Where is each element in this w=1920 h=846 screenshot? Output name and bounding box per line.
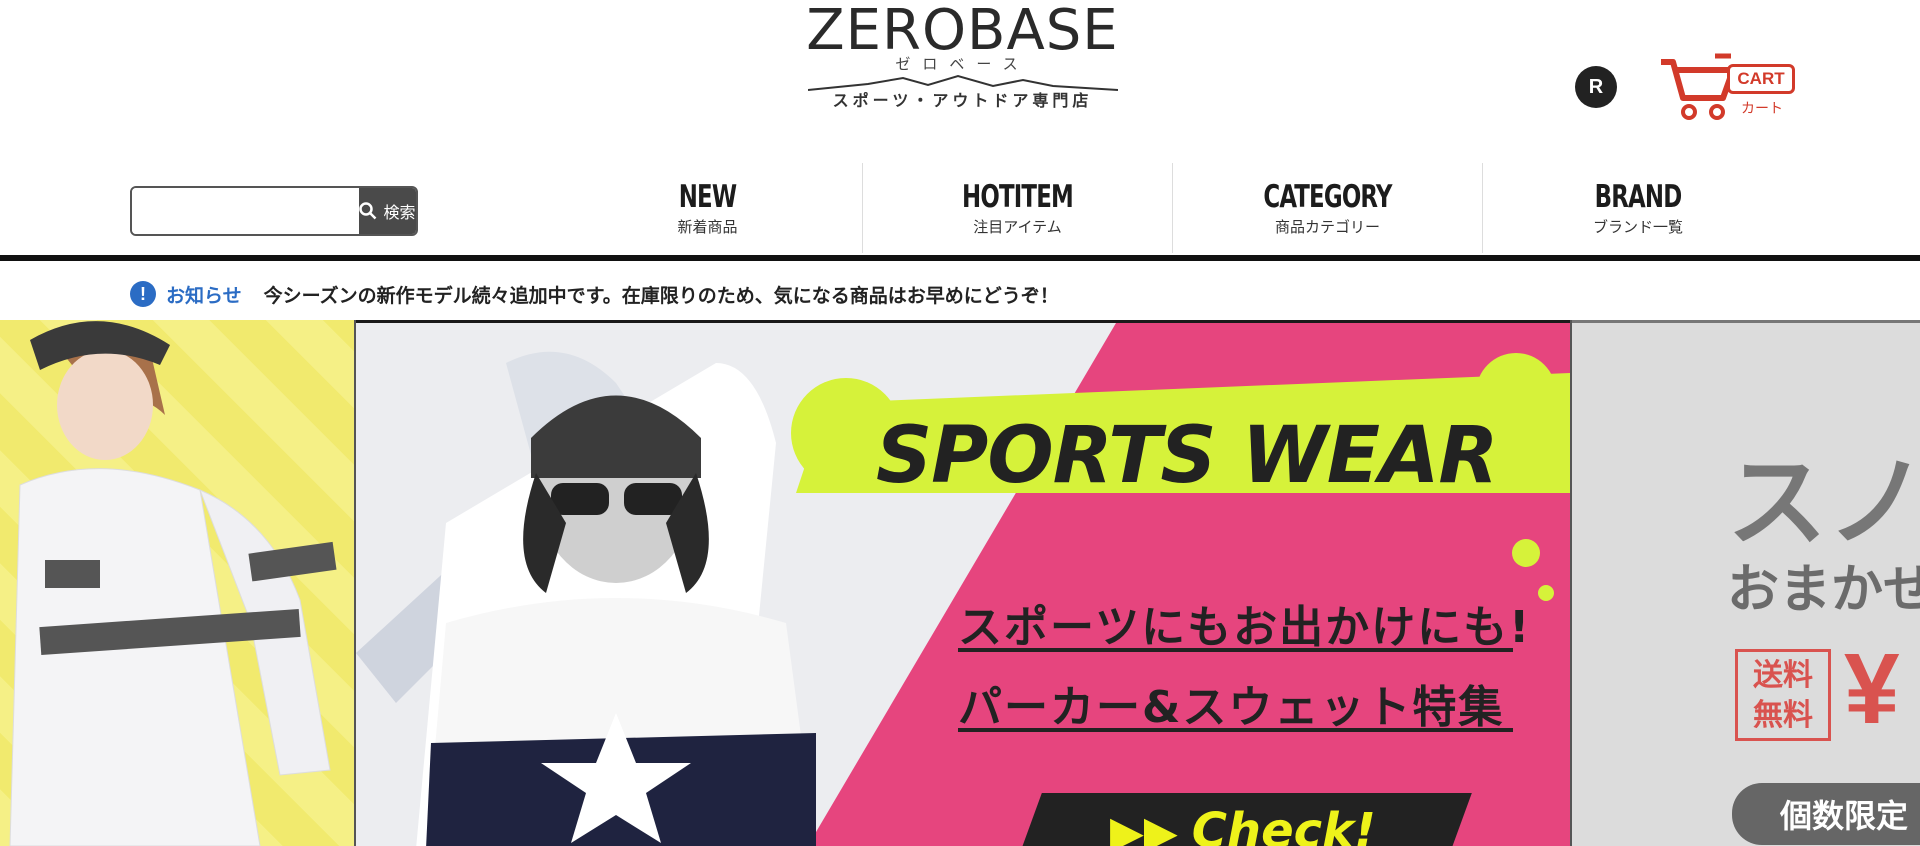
- main-nav: NEW 新着商品 HOTITEM 注目アイテム CATEGORY 商品カテゴリー…: [553, 163, 1793, 253]
- nav-title: HOTITEM: [962, 178, 1074, 215]
- nav-item-new[interactable]: NEW 新着商品: [553, 163, 863, 253]
- search-button-label: 検索: [383, 203, 416, 222]
- notice-text[interactable]: 今シーズンの新作モデル続々追加中です。在庫限りのため、気になる商品はお早めにどう…: [264, 281, 1059, 308]
- check-button-label: ▶▶ Check!: [1110, 803, 1376, 846]
- cta-text: Check!: [1191, 803, 1376, 846]
- banner-rule: [958, 728, 1513, 732]
- notice-label: お知らせ: [166, 285, 242, 307]
- slide-next[interactable]: スノ おまかせ 送料 無料 ¥ 個数限定: [1572, 320, 1920, 846]
- slide-previous[interactable]: [0, 320, 354, 846]
- cart-icon: [1661, 53, 1736, 120]
- nav-title: NEW: [678, 178, 737, 215]
- nav-item-hotitem[interactable]: HOTITEM 注目アイテム: [863, 163, 1173, 253]
- banner-headline: SPORTS WEAR: [876, 411, 1498, 501]
- nav-title: CATEGORY: [1263, 178, 1392, 215]
- free-shipping-stamp: 送料 無料: [1735, 649, 1831, 741]
- nav-subtitle: 注目アイテム: [973, 218, 1062, 236]
- mountain-icon: [807, 74, 1118, 91]
- search-input[interactable]: [132, 188, 359, 234]
- logo-tagline: スポーツ・アウトドア専門店: [832, 93, 1093, 110]
- hero-slider[interactable]: SPORTS WEAR スポーツにもお出かけにも! パーカー&スウェット特集 ▶…: [0, 320, 1920, 846]
- nav-subtitle: 商品カテゴリー: [1274, 218, 1380, 236]
- slide-next-title: スノ: [1727, 444, 1920, 561]
- yen-sign: ¥: [1844, 633, 1900, 745]
- slide-next-subtitle: おまかせ: [1727, 560, 1920, 620]
- search-icon: [359, 202, 377, 220]
- nav-title: BRAND: [1594, 178, 1683, 215]
- banner-rule: [958, 648, 1513, 652]
- nav-item-category[interactable]: CATEGORY 商品カテゴリー: [1173, 163, 1483, 253]
- cart-label: CART: [1727, 64, 1795, 94]
- double-chevron-icon: ▶▶: [1110, 807, 1178, 846]
- logo-wordmark: ZEROBASE: [806, 0, 1119, 63]
- nav-item-brand[interactable]: BRAND ブランド一覧: [1483, 163, 1793, 253]
- nav-subtitle: 新着商品: [677, 218, 738, 236]
- banner-copy-2: パーカー&スウェット特集: [958, 682, 1505, 733]
- model-photo-left: [9, 321, 337, 846]
- nav-divider: [0, 255, 1920, 261]
- check-button[interactable]: ▶▶ Check!: [1014, 793, 1472, 846]
- nav-subtitle: ブランド一覧: [1592, 218, 1683, 236]
- notice-bar: ! お知らせ 今シーズンの新作モデル続々追加中です。在庫限りのため、気になる商品…: [130, 278, 1059, 310]
- cart-sublabel: カート: [1741, 100, 1783, 116]
- info-icon: !: [130, 281, 156, 307]
- search-button[interactable]: 検索: [359, 188, 416, 234]
- limited-pill: 個数限定: [1732, 783, 1920, 845]
- cart-button[interactable]: CART カート: [1657, 52, 1797, 122]
- banner-background: [356, 323, 1570, 846]
- site-logo[interactable]: ZEROBASE ゼロベース スポーツ・アウトドア専門店: [800, 2, 1125, 120]
- banner-copy-1: スポーツにもお出かけにも!: [958, 602, 1532, 653]
- search-form: 検索: [130, 186, 418, 236]
- slide-sports-wear[interactable]: SPORTS WEAR スポーツにもお出かけにも! パーカー&スウェット特集 ▶…: [356, 320, 1570, 846]
- rakuten-icon[interactable]: R: [1575, 66, 1617, 108]
